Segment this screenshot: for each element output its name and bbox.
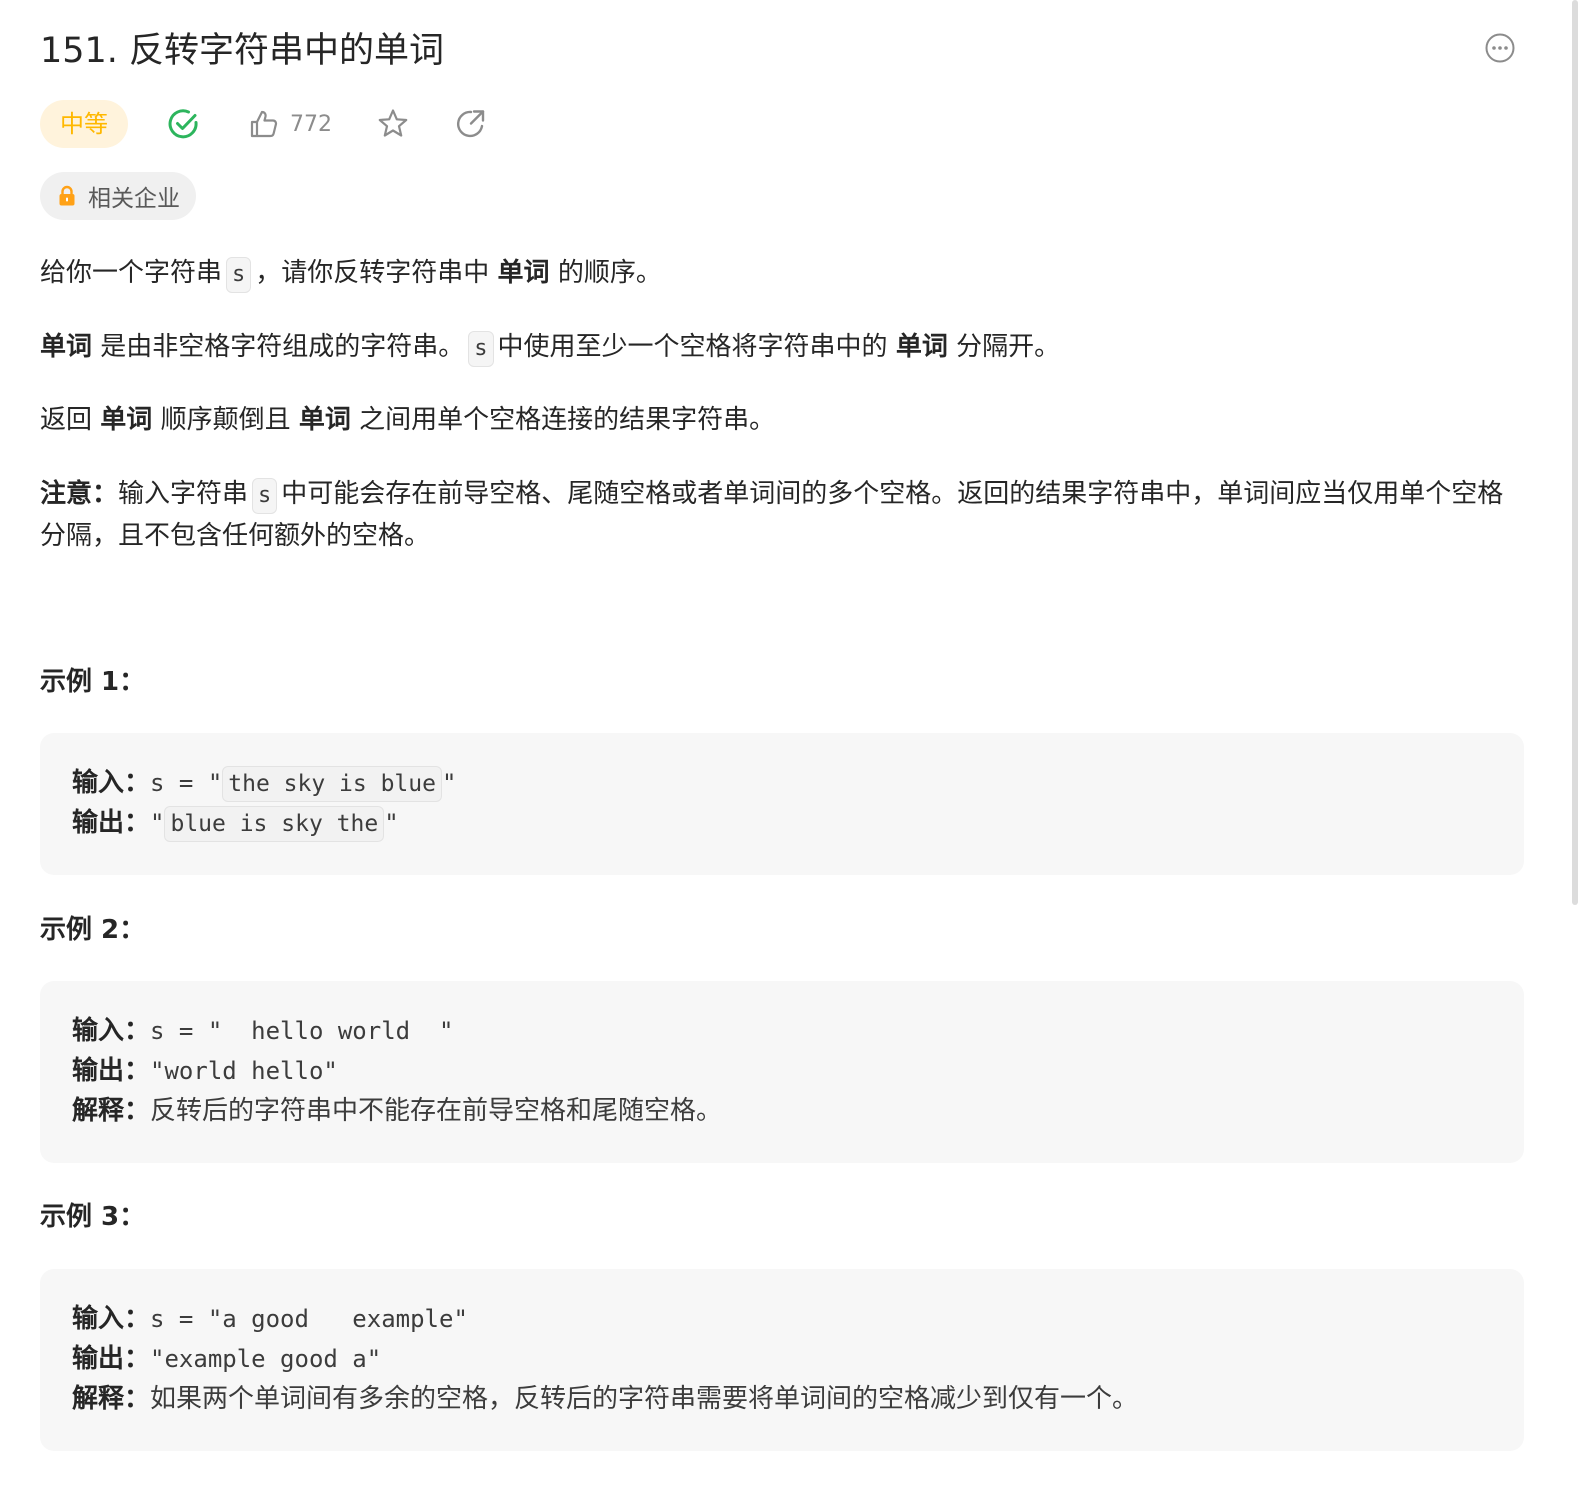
text-run: 是由非空格字符组成的字符串。: [100, 332, 465, 362]
more-options-button[interactable]: [1484, 32, 1516, 64]
problem-meta-row: 中等 772: [40, 100, 488, 148]
bold-term: 单词: [100, 405, 153, 435]
example-2-output: 输出："world hello": [72, 1051, 1492, 1091]
text-run: 之间用单个空格连接的结果字符串。: [359, 405, 776, 435]
output-suffix: ": [384, 809, 399, 837]
example-3-output: 输出："example good a": [72, 1339, 1492, 1379]
output-label: 输出：: [72, 808, 151, 838]
solved-status: [166, 106, 202, 142]
text-run: 返回: [40, 405, 93, 435]
output-value: "example good a": [150, 1345, 382, 1373]
scrollbar-thumb[interactable]: [1572, 0, 1578, 905]
example-2-input: 输入：s = " hello world ": [72, 1011, 1492, 1051]
example-2-box: 输入：s = " hello world " 输出："world hello" …: [40, 981, 1524, 1163]
output-label: 输出：: [72, 1056, 151, 1086]
example-3-explanation: 解释：如果两个单词间有多余的空格，反转后的字符串需要将单词间的空格减少到仅有一个…: [72, 1379, 1492, 1419]
thumbs-up-icon: [250, 110, 278, 138]
example-3-box: 输入：s = "a good example" 输出："example good…: [40, 1269, 1524, 1451]
input-value: s = " hello world ": [150, 1017, 454, 1045]
share-icon: [456, 110, 485, 138]
problem-description-page: 151. 反转字符串中的单词 中等 772 相关企业 给你一个字符串 s ，请你…: [0, 0, 1581, 1485]
explanation-label: 解释：: [72, 1096, 151, 1126]
description-note: 注意：输入字符串 s 中可能会存在前导空格、尾随空格或者单词间的多个空格。返回的结果…: [40, 473, 1524, 557]
favorite-button[interactable]: [376, 107, 410, 141]
text-run: 中使用至少一个空格将字符串中的: [497, 332, 888, 362]
input-label: 输入：: [72, 768, 151, 798]
example-1-input: 输入：s = " the sky is blue ": [72, 763, 1492, 803]
input-label: 输入：: [72, 1016, 151, 1046]
related-companies-tag[interactable]: 相关企业: [40, 172, 196, 220]
example-2-title: 示例 2：: [40, 915, 146, 945]
bold-term: 注意：: [40, 479, 119, 509]
inline-code: s: [226, 257, 252, 293]
star-icon: [378, 109, 408, 137]
bold-term: 单词: [895, 332, 948, 362]
text-run: 的顺序。: [557, 258, 662, 288]
text-run: 分隔开。: [956, 332, 1061, 362]
output-value: "world hello": [150, 1057, 338, 1085]
inline-code: s: [252, 478, 278, 514]
output-label: 输出：: [72, 1344, 151, 1374]
example-2-explanation: 解释：反转后的字符串中不能存在前导空格和尾随空格。: [72, 1091, 1492, 1131]
like-count: 772: [290, 111, 332, 137]
more-horizontal-icon: [1485, 33, 1515, 63]
input-label: 输入：: [72, 1304, 151, 1334]
bold-term: 单词: [298, 405, 351, 435]
example-1-title: 示例 1：: [40, 667, 146, 697]
text-run: 输入字符串: [118, 479, 249, 509]
check-circle-icon: [168, 109, 198, 139]
explanation-label: 解释：: [72, 1384, 151, 1414]
example-1-box: 输入：s = " the sky is blue " 输出：" blue is sky…: [40, 733, 1524, 875]
input-value: the sky is blue: [222, 766, 442, 802]
text-run: 顺序颠倒且: [160, 405, 291, 435]
input-suffix: ": [441, 769, 457, 797]
text-run: 给你一个字符串: [40, 258, 223, 288]
example-1-output: 输出：" blue is sky the ": [72, 803, 1492, 843]
output-value: blue is sky the: [164, 806, 385, 842]
related-companies-label: 相关企业: [88, 186, 180, 212]
example-3-title: 示例 3：: [40, 1202, 146, 1232]
example-3-input: 输入：s = "a good example": [72, 1299, 1492, 1339]
explanation-text: 如果两个单词间有多余的空格，反转后的字符串需要将单词间的空格减少到仅有一个。: [150, 1384, 1139, 1414]
description-paragraph-1: 给你一个字符串 s ，请你反转字符串中 单词 的顺序。: [40, 252, 1524, 294]
text-run: ，请你反转字符串中: [255, 258, 490, 288]
input-value: s = "a good example": [150, 1305, 468, 1333]
bold-term: 单词: [40, 332, 93, 362]
description-paragraph-3: 返回 单词 顺序颠倒且 单词 之间用单个空格连接的结果字符串。: [40, 399, 1524, 441]
share-button[interactable]: [454, 107, 488, 141]
vertical-scrollbar[interactable]: [1568, 0, 1581, 1485]
like-button[interactable]: 772: [248, 108, 332, 140]
inline-code: s: [468, 331, 494, 367]
explanation-text: 反转后的字符串中不能存在前导空格和尾随空格。: [150, 1096, 723, 1126]
input-prefix: s = ": [150, 769, 223, 797]
problem-title: 151. 反转字符串中的单词: [40, 31, 445, 71]
difficulty-badge[interactable]: 中等: [40, 100, 128, 148]
bold-term: 单词: [497, 258, 550, 288]
title-row: 151. 反转字符串中的单词: [40, 26, 1524, 78]
description-paragraph-2: 单词 是由非空格字符组成的字符串。 s 中使用至少一个空格将字符串中的 单词 分隔开…: [40, 326, 1524, 368]
output-prefix: ": [150, 809, 165, 837]
lock-icon: [59, 185, 75, 206]
